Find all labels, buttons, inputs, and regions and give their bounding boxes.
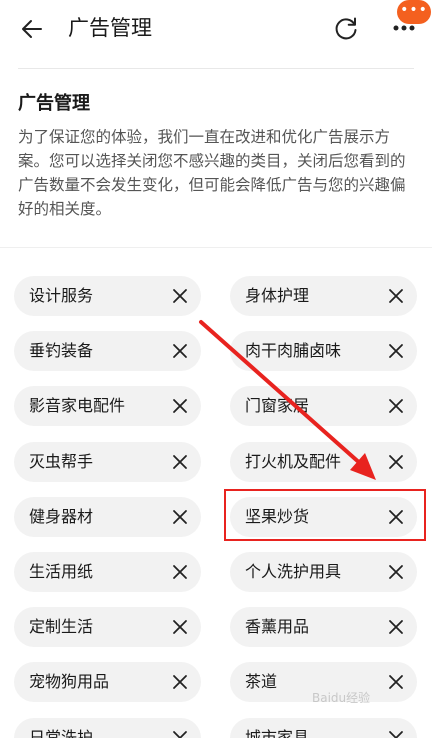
close-icon[interactable]	[387, 729, 405, 738]
close-icon[interactable]	[171, 342, 189, 360]
category-tag: 城市家具	[230, 717, 417, 738]
close-icon[interactable]	[171, 287, 189, 305]
close-icon[interactable]	[387, 673, 405, 691]
close-icon[interactable]	[387, 342, 405, 360]
category-tag-label: 健身器材	[29, 506, 94, 526]
category-tag-label: 定制生活	[29, 617, 94, 637]
category-tag-label: 肉干肉脯卤味	[245, 341, 342, 361]
category-tag-label: 影音家电配件	[29, 396, 126, 416]
category-tag: 身体护理	[230, 276, 417, 316]
category-tag-label: 日常洗护	[29, 727, 94, 738]
close-icon[interactable]	[171, 453, 189, 471]
category-tag-label: 灭虫帮手	[29, 451, 94, 471]
category-tag-label: 垂钓装备	[29, 341, 94, 361]
category-tag: 影音家电配件	[14, 386, 201, 427]
highlight-annotation-box	[224, 489, 426, 541]
category-tag: 个人洗护用具	[230, 552, 417, 592]
close-icon[interactable]	[387, 397, 405, 415]
category-tag: 宠物狗用品	[14, 662, 201, 703]
close-icon[interactable]	[387, 453, 405, 471]
category-tag: 打火机及配件	[230, 441, 417, 482]
category-tag: 定制生活	[14, 607, 201, 648]
category-tag-label: 个人洗护用具	[245, 562, 342, 581]
category-tag-label: 香薰用品	[245, 617, 310, 637]
close-icon[interactable]	[171, 673, 189, 691]
close-icon[interactable]	[171, 563, 189, 581]
category-tag: 垂钓装备	[14, 331, 201, 372]
close-icon[interactable]	[171, 508, 189, 526]
category-tag-label: 打火机及配件	[245, 451, 342, 471]
close-icon[interactable]	[171, 397, 189, 415]
category-tag-label: 宠物狗用品	[29, 672, 110, 692]
category-tag-label: 生活用纸	[29, 562, 94, 581]
category-tag: 设计服务	[14, 276, 201, 316]
category-tag-label: 城市家具	[245, 727, 310, 738]
category-tag-label: 门窗家居	[245, 396, 310, 416]
category-tag: 香薰用品	[230, 607, 417, 648]
close-icon[interactable]	[387, 563, 405, 581]
category-tag-label: 身体护理	[245, 286, 310, 305]
category-tag-grid: 设计服务 身体护理垂钓装备 肉干肉脯卤味影音家电配件 门窗家居灭虫帮手 打火机及配件健身…	[0, 0, 432, 738]
category-tag: 生活用纸	[14, 552, 201, 592]
category-tag: 健身器材	[14, 496, 201, 537]
category-tag: 肉干肉脯卤味	[230, 331, 417, 372]
close-icon[interactable]	[387, 287, 405, 305]
close-icon[interactable]	[387, 618, 405, 636]
category-tag: 日常洗护	[14, 717, 201, 738]
watermark: Baidu经验	[312, 691, 371, 705]
close-icon[interactable]	[171, 618, 189, 636]
close-icon[interactable]	[171, 729, 189, 738]
category-tag-label: 设计服务	[29, 286, 94, 305]
category-tag: 灭虫帮手	[14, 441, 201, 482]
category-tag: 门窗家居	[230, 386, 417, 427]
category-tag-label: 茶道	[245, 672, 278, 692]
